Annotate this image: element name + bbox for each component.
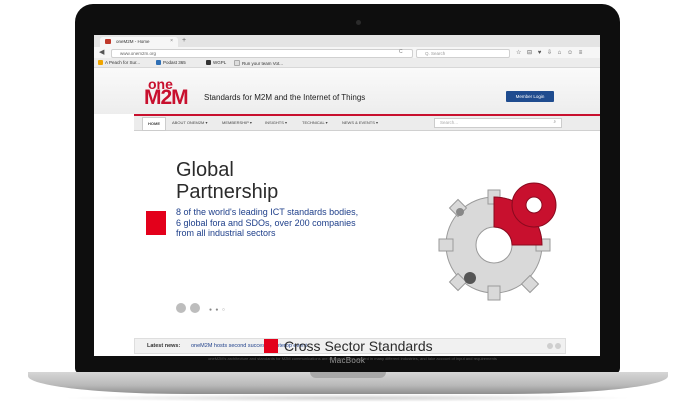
nav-home[interactable]: HOME: [142, 117, 166, 131]
section-description: oneM2M's architecture and standards for …: [208, 356, 497, 361]
hero-title: Global Partnership: [176, 159, 278, 203]
site-search-input[interactable]: Search... ⌕: [434, 118, 562, 128]
tab-bar: oneM2M - Home × +: [94, 35, 600, 47]
url-text: www.onem2m.org: [120, 50, 157, 56]
web-page: one M2M Standards for M2M and the Intern…: [94, 68, 600, 356]
new-tab-button[interactable]: +: [182, 37, 186, 44]
main-nav: HOME ABOUT ONEM2M ▾ MEMBERSHIP ▾ INSIGHT…: [134, 116, 600, 131]
nav-insights[interactable]: INSIGHTS ▾: [265, 120, 287, 125]
nav-news-events[interactable]: NEWS & EVENTS ▾: [342, 120, 378, 125]
nav-membership[interactable]: MEMBERSHIP ▾: [222, 120, 252, 125]
gear-illustration: [438, 182, 557, 301]
close-tab-icon[interactable]: ×: [170, 38, 173, 44]
hero-title-line1: Global: [176, 159, 234, 181]
bookmark-icon: [234, 59, 240, 66]
bookmark-item[interactable]: Run your team Vot...: [234, 59, 283, 66]
toolbar-icons[interactable]: ☆ ⊟ ♥ ⇩ ⌂ ☺ ≡: [516, 49, 584, 56]
search-placeholder: Q. Search: [425, 50, 446, 56]
site-tagline: Standards for M2M and the Internet of Th…: [204, 93, 366, 102]
bookmark-item[interactable]: WGPL: [206, 59, 226, 65]
news-prev-button[interactable]: [547, 343, 553, 349]
section-accent-square: [264, 339, 278, 353]
section-title: Cross Sector Standards: [284, 338, 433, 354]
hero-title-line2: Partnership: [176, 181, 279, 203]
bookmark-icon: [156, 59, 161, 65]
address-bar[interactable]: www.onem2m.org: [111, 49, 413, 58]
news-label: Latest news:: [147, 343, 181, 349]
search-icon[interactable]: ⌕: [553, 119, 556, 124]
bookmark-item[interactable]: Podast 365: [156, 59, 186, 65]
reload-icon[interactable]: C: [399, 49, 403, 55]
news-next-button[interactable]: [555, 343, 561, 349]
hero-blurb: 8 of the world's leading ICT standards b…: [176, 207, 359, 238]
laptop-shadow: [60, 394, 635, 402]
slider-dots[interactable]: ● ● ○: [209, 307, 226, 313]
laptop-notch: [310, 372, 386, 378]
tab-title: oneM2M - Home: [116, 39, 150, 44]
browser-search-input[interactable]: Q. Search: [416, 49, 510, 58]
bookmark-item[interactable]: A Peach for Sur...: [98, 59, 140, 65]
logo-m2m-text[interactable]: M2M: [144, 86, 189, 110]
laptop-screen: oneM2M - Home × + ◀ www.onem2m.org C Q. …: [94, 35, 600, 356]
slider-next-button[interactable]: [190, 303, 200, 313]
site-search-placeholder: Search...: [440, 120, 459, 125]
favicon-icon: [105, 39, 111, 44]
bookmark-icon: [206, 59, 211, 65]
back-icon[interactable]: ◀: [99, 48, 104, 56]
bookmarks-bar: A Peach for Sur... Podast 365 WGPL Run y…: [94, 58, 600, 68]
slider-prev-button[interactable]: [176, 303, 186, 313]
nav-about[interactable]: ABOUT ONEM2M ▾: [172, 120, 208, 125]
member-login-button[interactable]: Member Login: [506, 91, 554, 102]
nav-technical[interactable]: TECHNICAL ▾: [302, 120, 328, 125]
browser-tab[interactable]: oneM2M - Home ×: [100, 37, 178, 47]
hero-accent-square: [146, 211, 166, 235]
bookmark-icon: [98, 59, 103, 65]
camera-icon: [356, 20, 361, 25]
